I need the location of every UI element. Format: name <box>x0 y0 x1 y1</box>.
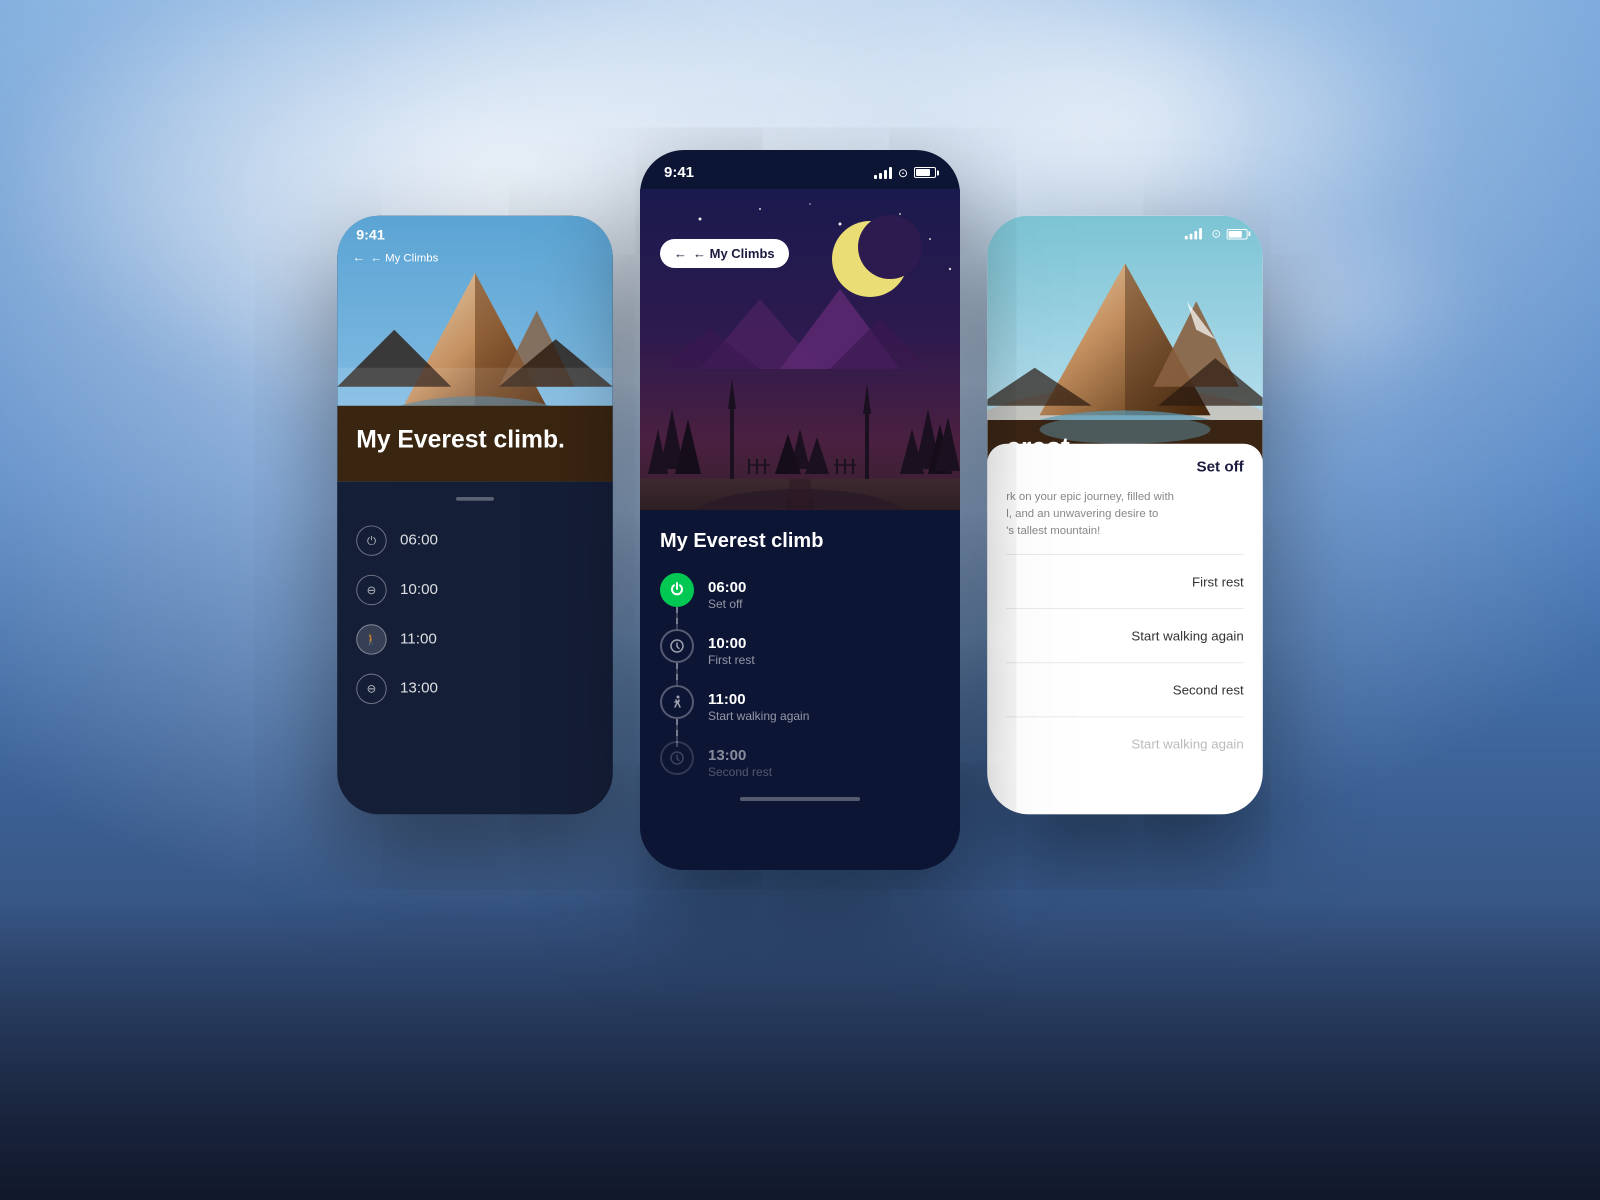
list-item-0[interactable]: ⏻ 06:00 <box>337 516 613 565</box>
hero-image-left: ← ← My Climbs My Everest climb. <box>337 216 613 482</box>
phone-right: ⊙ <box>987 216 1263 815</box>
phones-container: 9:41 <box>350 150 1250 1050</box>
signal-bar-r2 <box>1190 234 1193 240</box>
sheet-desc: rk on your epic journey, filled with l, … <box>1006 487 1244 538</box>
timeline-text-3: 13:00 Second rest <box>708 741 940 779</box>
sheet-item-label-0: First rest <box>1192 574 1244 589</box>
list-item-1[interactable]: ⊖ 10:00 <box>337 565 613 614</box>
timeline-text-1: 10:00 First rest <box>708 629 940 667</box>
sheet-item-1[interactable]: Start walking again <box>1006 617 1244 655</box>
sheet-divider-3 <box>1006 716 1244 717</box>
timeline-item-3[interactable]: 13:00 Second rest <box>660 741 940 779</box>
drag-handle-left[interactable] <box>456 497 494 501</box>
title-right: erest <box>1006 432 1070 462</box>
status-bar-center: 9:41 ⊙ <box>640 150 960 189</box>
battery-fill-right <box>1229 230 1243 237</box>
signal-icon-right <box>1185 228 1202 239</box>
t-label-2: Start walking again <box>708 709 940 723</box>
walk-icon <box>669 694 685 710</box>
battery-fill <box>916 169 930 176</box>
signal-bar-2 <box>879 173 882 179</box>
sheet-divider-0 <box>1006 554 1244 555</box>
t-time-0: 06:00 <box>708 579 940 597</box>
sheet-desc-text3: 's tallest mountain! <box>1006 524 1100 537</box>
icon-minus2-left: ⊖ <box>356 674 386 704</box>
back-nav-center: ← ← My Climbs <box>660 239 789 268</box>
back-label-left: ← My Climbs <box>371 250 439 263</box>
list-item-3[interactable]: ⊖ 13:00 <box>337 664 613 713</box>
back-nav-left[interactable]: ← ← My Climbs <box>352 250 438 264</box>
power-icon <box>669 582 685 598</box>
battery-icon-right <box>1227 229 1248 239</box>
t-time-2: 11:00 <box>708 691 940 709</box>
timeline-item-1[interactable]: 10:00 First rest <box>660 629 940 667</box>
timeline-icon-2 <box>660 685 694 719</box>
time-0-left: 06:00 <box>400 532 438 549</box>
top-section-right: ⊙ <box>987 216 1263 482</box>
sheet-divider-2 <box>1006 662 1244 663</box>
time-3-left: 13:00 <box>400 680 438 697</box>
back-label-center: ← My Climbs <box>693 246 775 261</box>
sheet-desc-text: rk on your epic journey, filled with <box>1006 489 1174 502</box>
timeline-item-0[interactable]: 06:00 Set off <box>660 573 940 611</box>
sheet-item-3[interactable]: Start walking again <box>1006 725 1244 763</box>
icon-power-left: ⏻ <box>356 525 386 555</box>
timeline-icon-1 <box>660 629 694 663</box>
time-center: 9:41 <box>664 164 694 181</box>
wifi-icon: ⊙ <box>898 166 908 180</box>
signal-bar-3 <box>884 170 887 179</box>
back-arrow-icon: ← <box>674 246 687 261</box>
sheet-desc-text2: l, and an unwavering desire to <box>1006 506 1158 519</box>
list-item-2[interactable]: 🚶 11:00 <box>337 615 613 664</box>
climb-name-center: My Everest climb <box>660 530 940 553</box>
wifi-icon-right: ⊙ <box>1211 227 1221 240</box>
title-area-left: My Everest climb. <box>356 426 565 453</box>
signal-bar-4 <box>889 167 892 179</box>
night-scene: ← ← My Climbs <box>640 189 960 549</box>
signal-bar-r1 <box>1185 236 1188 240</box>
time-2-left: 11:00 <box>400 631 437 648</box>
sheet-item-label-2: Second rest <box>1173 682 1244 697</box>
phone-center: 9:41 ⊙ <box>640 150 960 870</box>
signal-bar-r3 <box>1194 231 1197 240</box>
clock-icon <box>669 638 685 654</box>
icon-minus-left: ⊖ <box>356 575 386 605</box>
sheet-item-label-3: Start walking again <box>1131 736 1243 751</box>
climb-title-left: My Everest climb. <box>356 426 565 453</box>
timeline-icon-3 <box>660 741 694 775</box>
timeline-text-2: 11:00 Start walking again <box>708 685 940 723</box>
status-bar-left: 9:41 <box>337 216 613 249</box>
timeline-item-2[interactable]: 11:00 Start walking again <box>660 685 940 723</box>
time-left: 9:41 <box>356 227 385 243</box>
sheet-divider-1 <box>1006 608 1244 609</box>
timeline-text-0: 06:00 Set off <box>708 573 940 611</box>
home-indicator-center <box>740 797 860 801</box>
sheet-item-0[interactable]: First rest <box>1006 563 1244 601</box>
list-section-left: ⏻ 06:00 ⊖ 10:00 🚶 11:00 ⊖ 13:00 <box>337 482 613 815</box>
timeline: 06:00 Set off 10:00 First <box>660 573 940 779</box>
battery-icon <box>914 167 936 178</box>
timeline-icon-0 <box>660 573 694 607</box>
t-time-3: 13:00 <box>708 747 940 765</box>
time-1-left: 10:00 <box>400 582 438 599</box>
t-time-1: 10:00 <box>708 635 940 653</box>
sheet-item-label-1: Start walking again <box>1131 628 1243 643</box>
sheet-item-2[interactable]: Second rest <box>1006 671 1244 709</box>
back-button-center[interactable]: ← ← My Climbs <box>660 239 789 268</box>
icon-walk-left: 🚶 <box>356 624 386 654</box>
t-label-0: Set off <box>708 597 940 611</box>
back-icon-left: ← <box>352 250 364 264</box>
t-label-3: Second rest <box>708 765 940 779</box>
bottom-sheet-right: Set off rk on your epic journey, filled … <box>987 444 1263 815</box>
t-label-1: First rest <box>708 653 940 667</box>
signal-icon <box>874 167 892 179</box>
clock-icon-2 <box>669 750 685 766</box>
status-bar-right: ⊙ <box>987 216 1263 246</box>
content-area-center: My Everest climb 06:00 Set off <box>640 510 960 870</box>
signal-bar-1 <box>874 175 877 179</box>
phone-left: 9:41 <box>337 216 613 815</box>
signal-bar-r4 <box>1199 228 1202 239</box>
status-icons-center: ⊙ <box>874 166 936 180</box>
hero-title-right: erest <box>1006 432 1070 461</box>
